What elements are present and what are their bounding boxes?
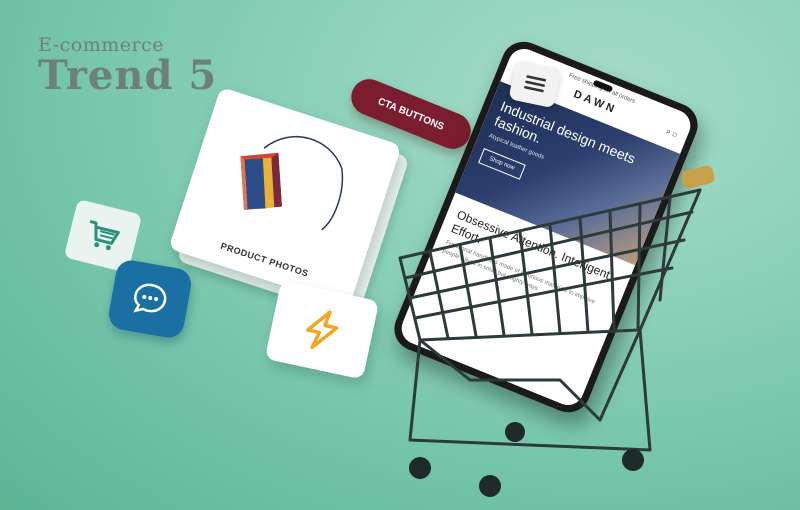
chat-tile <box>106 257 194 341</box>
heading-block: E-commerce Trend 5 <box>38 34 217 98</box>
shop-now-button[interactable]: Shop now <box>478 148 526 180</box>
lightning-bolt-icon <box>305 310 339 350</box>
shopping-cart-icon <box>89 220 120 251</box>
chat-bubble-icon <box>133 283 167 313</box>
shop-icons[interactable]: ⌕ ◻ <box>665 126 679 139</box>
hamburger-menu-icon <box>524 75 547 93</box>
heading-title: Trend 5 <box>38 52 218 99</box>
